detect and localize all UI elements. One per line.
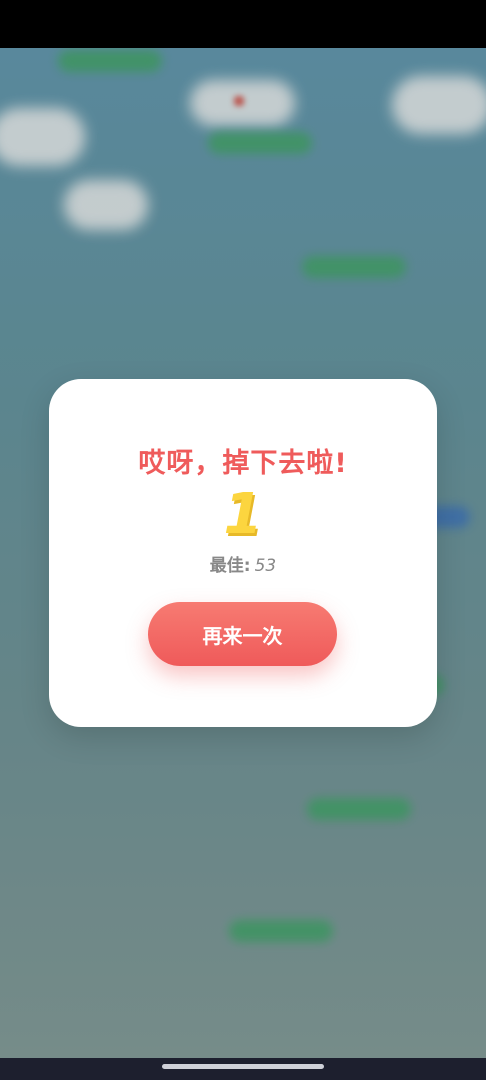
best-score-label: 最佳: [209, 556, 251, 576]
best-score-value: 53 [254, 556, 277, 576]
status-bar [0, 0, 486, 48]
score-value: 1 [223, 482, 263, 547]
game-over-dialog: 哎呀，掉下去啦! 1 最佳: 53 再来一次 [49, 379, 437, 727]
best-score: 最佳: 53 [49, 551, 437, 576]
game-over-title: 哎呀，掉下去啦! [138, 448, 348, 479]
restart-button[interactable]: 再来一次 [148, 602, 337, 666]
home-indicator[interactable] [162, 1064, 324, 1069]
navigation-bar [0, 1058, 486, 1080]
